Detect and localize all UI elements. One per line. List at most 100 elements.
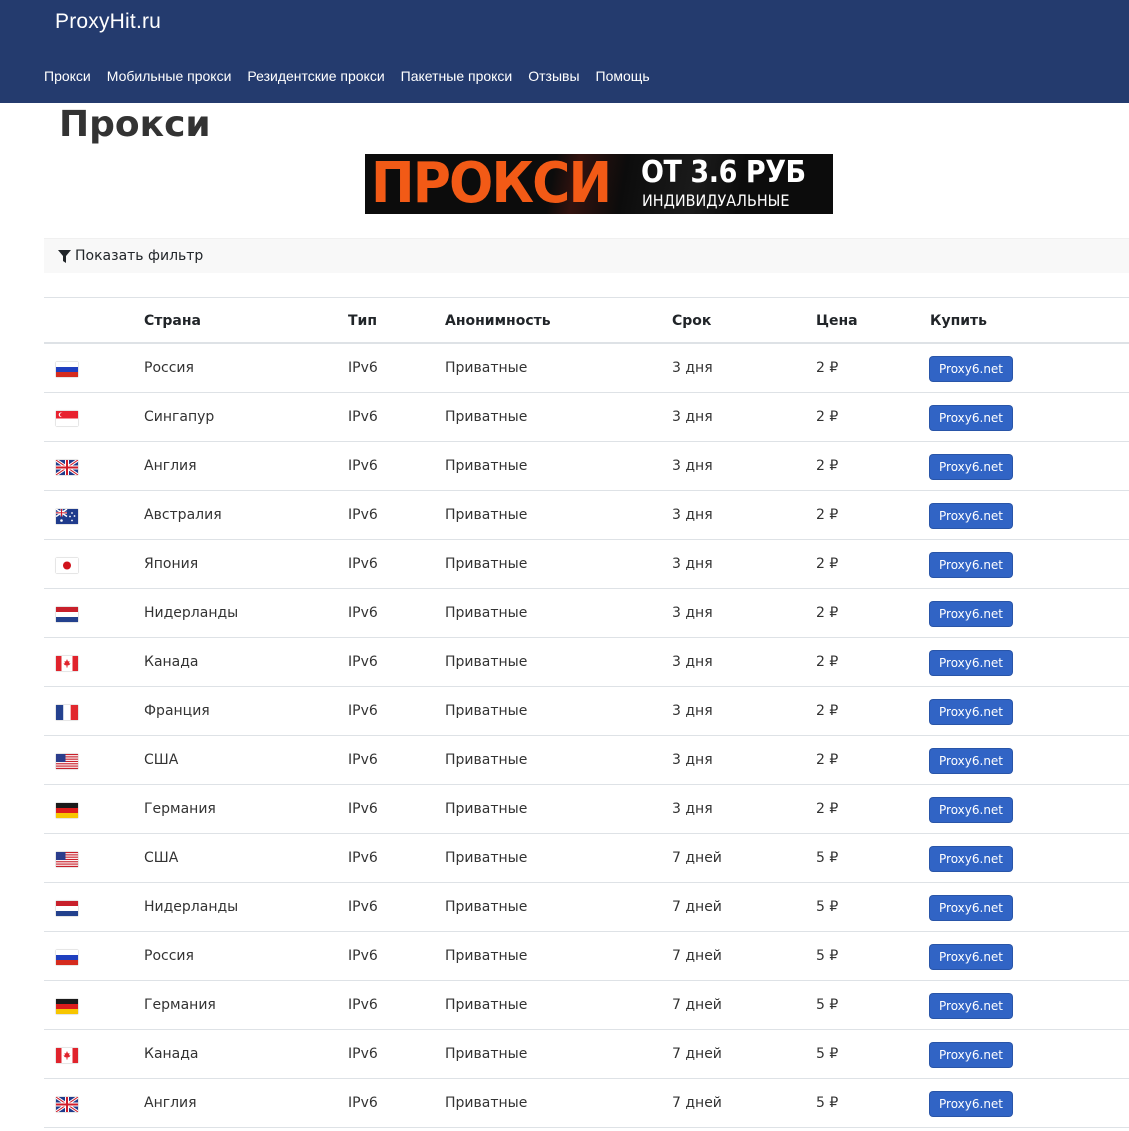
cell-price: 2 ₽ xyxy=(816,703,839,719)
buy-button[interactable]: Proxy6.net xyxy=(930,1092,1013,1116)
header-type[interactable]: Тип xyxy=(348,313,377,329)
flag-nl-icon xyxy=(56,901,78,916)
filter-icon xyxy=(58,250,71,263)
flag-us-icon xyxy=(56,754,78,769)
buy-button[interactable]: Proxy6.net xyxy=(930,847,1013,871)
header-anonymity[interactable]: Анонимность xyxy=(445,313,551,329)
cell-country: Канада xyxy=(144,1046,199,1062)
cell-anonymity: Приватные xyxy=(445,409,528,425)
page-title: Прокси xyxy=(59,104,211,145)
flag-fr-icon xyxy=(56,705,78,720)
cell-country: Англия xyxy=(144,1095,197,1111)
table-header: Страна Тип Анонимность Срок Цена Купить xyxy=(44,297,1129,344)
cell-country: Франция xyxy=(144,703,210,719)
cell-price: 2 ₽ xyxy=(816,752,839,768)
cell-price: 2 ₽ xyxy=(816,360,839,376)
nav-link-mobile-proxy[interactable]: Мобильные прокси xyxy=(107,68,232,84)
nav-link-proxy[interactable]: Прокси xyxy=(44,68,91,84)
buy-button[interactable]: Proxy6.net xyxy=(930,700,1013,724)
cell-type: IPv6 xyxy=(348,654,378,670)
buy-button[interactable]: Proxy6.net xyxy=(930,798,1013,822)
cell-price: 5 ₽ xyxy=(816,850,839,866)
cell-type: IPv6 xyxy=(348,605,378,621)
cell-country: Германия xyxy=(144,997,216,1013)
cell-country: Россия xyxy=(144,360,194,376)
cell-anonymity: Приватные xyxy=(445,899,528,915)
table-row: Англия IPv6 Приватные 3 дня 2 ₽ Proxy6.net xyxy=(44,442,1129,491)
cell-type: IPv6 xyxy=(348,360,378,376)
cell-price: 2 ₽ xyxy=(816,654,839,670)
nav-link-help[interactable]: Помощь xyxy=(596,68,650,84)
buy-button[interactable]: Proxy6.net xyxy=(930,455,1013,479)
cell-anonymity: Приватные xyxy=(445,801,528,817)
buy-button[interactable]: Proxy6.net xyxy=(930,406,1013,430)
cell-country: Канада xyxy=(144,654,199,670)
cell-term: 7 дней xyxy=(672,1046,722,1062)
buy-button[interactable]: Proxy6.net xyxy=(930,504,1013,528)
brand-logo[interactable]: ProxyHit.ru xyxy=(55,10,161,34)
cell-country: Россия xyxy=(144,948,194,964)
buy-button[interactable]: Proxy6.net xyxy=(930,553,1013,577)
cell-type: IPv6 xyxy=(348,850,378,866)
nav-link-reviews[interactable]: Отзывы xyxy=(528,68,579,84)
banner-headline: ПРОКСИ xyxy=(371,154,612,214)
table-row: Канада IPv6 Приватные 7 дней 5 ₽ Proxy6.net xyxy=(44,1030,1129,1079)
table-row: Австралия IPv6 Приватные 3 дня 2 ₽ Proxy6.net xyxy=(44,491,1129,540)
cell-price: 2 ₽ xyxy=(816,458,839,474)
cell-term: 7 дней xyxy=(672,899,722,915)
table-row: Германия IPv6 Приватные 3 дня 2 ₽ Proxy6.net xyxy=(44,785,1129,834)
flag-de-icon xyxy=(56,803,78,818)
cell-country: Япония xyxy=(144,556,199,572)
cell-anonymity: Приватные xyxy=(445,1046,528,1062)
cell-term: 7 дней xyxy=(672,997,722,1013)
flag-de-icon xyxy=(56,999,78,1014)
buy-button[interactable]: Proxy6.net xyxy=(930,602,1013,626)
cell-anonymity: Приватные xyxy=(445,948,528,964)
cell-term: 7 дней xyxy=(672,850,722,866)
table-row: США IPv6 Приватные 3 дня 2 ₽ Proxy6.net xyxy=(44,736,1129,785)
table-row: Канада IPv6 Приватные 3 дня 2 ₽ Proxy6.net xyxy=(44,638,1129,687)
cell-term: 3 дня xyxy=(672,654,713,670)
ad-banner[interactable]: ПРОКСИ ОТ 3.6 РУБ ИНДИВИДУАЛЬНЫЕ xyxy=(365,154,833,214)
flag-ca-icon xyxy=(56,1048,78,1063)
cell-price: 5 ₽ xyxy=(816,997,839,1013)
cell-price: 2 ₽ xyxy=(816,507,839,523)
cell-anonymity: Приватные xyxy=(445,850,528,866)
flag-gb-icon xyxy=(56,460,78,475)
buy-button[interactable]: Proxy6.net xyxy=(930,945,1013,969)
header-term[interactable]: Срок xyxy=(672,313,711,329)
cell-country: Англия xyxy=(144,458,197,474)
cell-term: 3 дня xyxy=(672,752,713,768)
cell-term: 3 дня xyxy=(672,605,713,621)
cell-country: США xyxy=(144,850,179,866)
buy-button[interactable]: Proxy6.net xyxy=(930,651,1013,675)
buy-button[interactable]: Proxy6.net xyxy=(930,994,1013,1018)
flag-ru-icon xyxy=(56,362,78,377)
cell-type: IPv6 xyxy=(348,997,378,1013)
cell-country: Австралия xyxy=(144,507,222,523)
header-country[interactable]: Страна xyxy=(144,313,201,329)
header-buy: Купить xyxy=(930,313,988,329)
flag-sg-icon xyxy=(56,411,78,426)
flag-us-icon xyxy=(56,852,78,867)
cell-anonymity: Приватные xyxy=(445,703,528,719)
nav-link-residential-proxy[interactable]: Резидентские прокси xyxy=(247,68,384,84)
banner-price: ОТ 3.6 РУБ xyxy=(641,155,806,190)
filter-toggle[interactable]: Показать фильтр xyxy=(44,238,1129,273)
buy-button[interactable]: Proxy6.net xyxy=(930,357,1013,381)
cell-price: 2 ₽ xyxy=(816,409,839,425)
proxy-table: Страна Тип Анонимность Срок Цена Купить … xyxy=(44,297,1129,1128)
buy-button[interactable]: Proxy6.net xyxy=(930,896,1013,920)
cell-anonymity: Приватные xyxy=(445,605,528,621)
buy-button[interactable]: Proxy6.net xyxy=(930,1043,1013,1067)
header-price[interactable]: Цена xyxy=(816,313,858,329)
buy-button[interactable]: Proxy6.net xyxy=(930,749,1013,773)
flag-gb-icon xyxy=(56,1097,78,1112)
banner-subtitle: ИНДИВИДУАЛЬНЫЕ xyxy=(642,191,790,210)
nav-link-package-proxy[interactable]: Пакетные прокси xyxy=(401,68,513,84)
table-body: Россия IPv6 Приватные 3 дня 2 ₽ Proxy6.net Син… xyxy=(44,344,1129,1128)
cell-anonymity: Приватные xyxy=(445,997,528,1013)
cell-country: Нидерланды xyxy=(144,899,239,915)
table-row: Россия IPv6 Приватные 7 дней 5 ₽ Proxy6.net xyxy=(44,932,1129,981)
cell-country: Сингапур xyxy=(144,409,215,425)
